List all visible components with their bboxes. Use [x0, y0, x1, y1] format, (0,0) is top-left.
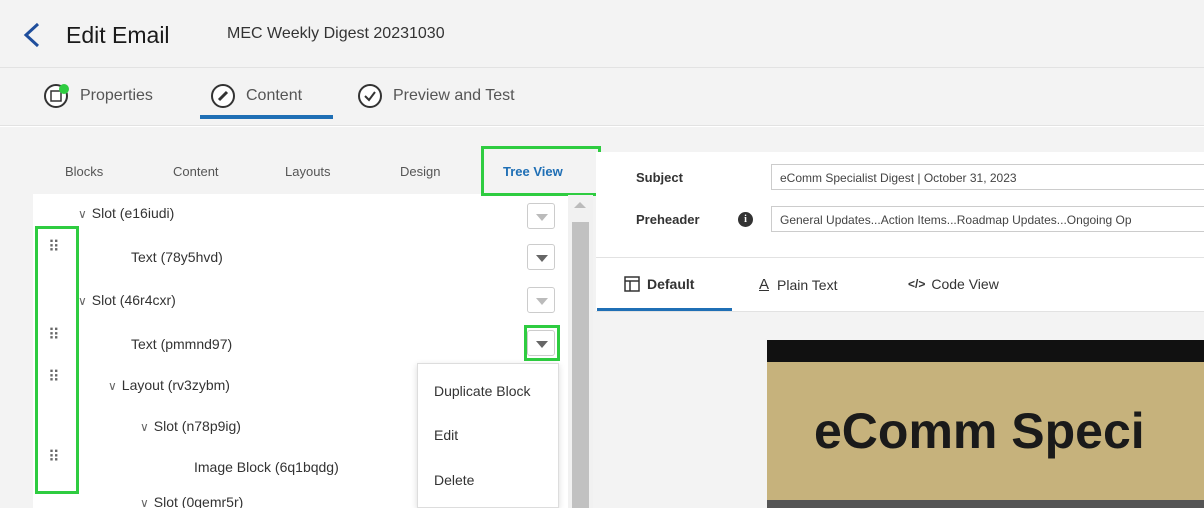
email-divider	[767, 500, 1204, 508]
layout-icon	[624, 276, 640, 292]
menu-edit[interactable]: Edit	[434, 427, 458, 443]
email-name: MEC Weekly Digest 20231030	[227, 25, 445, 42]
menu-delete[interactable]: Delete	[434, 472, 474, 488]
subject-field[interactable]: eComm Specialist Digest | October 31, 20…	[771, 164, 1204, 190]
email-heading: eComm Speci	[814, 403, 1145, 459]
header: Edit Email MEC Weekly Digest 20231030	[0, 0, 1204, 68]
block-menu-button[interactable]	[527, 244, 555, 270]
chevron-down-icon[interactable]: ∨	[140, 496, 149, 508]
tree-item[interactable]: Image Block (6q1bqdg)	[194, 459, 339, 475]
active-step-underline	[200, 115, 333, 119]
step-content[interactable]: Content	[210, 81, 302, 111]
step-label: Content	[246, 87, 303, 104]
drag-handles-highlight	[35, 226, 79, 494]
step-preview-test[interactable]: Preview and Test	[357, 81, 515, 111]
step-label: Preview and Test	[393, 87, 515, 104]
tree-item[interactable]: ∨ Slot (e16iudi)	[78, 205, 174, 221]
block-context-menu: Duplicate Block Edit Delete	[417, 363, 559, 508]
tab-design[interactable]: Design	[400, 164, 440, 179]
chevron-down-icon[interactable]: ∨	[78, 207, 87, 221]
chevron-down-icon[interactable]: ∨	[78, 294, 87, 308]
code-icon: </>	[908, 277, 926, 291]
tab-content[interactable]: Content	[173, 164, 219, 179]
active-view-underline	[597, 308, 732, 311]
tab-plain-text[interactable]: A Plain Text	[759, 276, 837, 293]
tree-item[interactable]: ∨ Layout (rv3zybm)	[108, 377, 230, 393]
check-icon	[358, 84, 382, 108]
back-arrow-icon[interactable]	[18, 20, 48, 50]
properties-icon	[44, 84, 69, 108]
step-label: Properties	[80, 87, 153, 104]
text-format-icon: A	[759, 276, 770, 293]
tree-item[interactable]: Text (pmmnd97)	[131, 336, 232, 352]
preheader-field[interactable]: General Updates...Action Items...Roadmap…	[771, 206, 1204, 232]
chevron-down-icon[interactable]: ∨	[140, 420, 149, 434]
tab-code-view[interactable]: </> Code View	[908, 276, 999, 292]
block-menu-button[interactable]	[527, 203, 555, 229]
menu-duplicate-block[interactable]: Duplicate Block	[434, 383, 531, 399]
scroll-up-icon[interactable]	[574, 202, 586, 208]
tab-layouts[interactable]: Layouts	[285, 164, 331, 179]
tree-item[interactable]: ∨ Slot (n78p9ig)	[140, 418, 241, 434]
tree-item[interactable]: ∨ Slot (0gemr5r)	[140, 494, 243, 508]
info-icon[interactable]: i	[738, 212, 753, 227]
block-menu-highlight	[524, 325, 560, 361]
chevron-down-icon[interactable]: ∨	[108, 379, 117, 393]
tab-default[interactable]: Default	[624, 276, 694, 292]
tree-item[interactable]: Text (78y5hvd)	[131, 249, 223, 265]
pencil-icon	[211, 84, 235, 108]
scroll-thumb[interactable]	[572, 222, 589, 508]
step-nav: Properties Content Preview and Test	[0, 68, 1204, 126]
view-tabs: Default A Plain Text </> Code View	[596, 258, 1204, 312]
tree-view-highlight	[481, 146, 601, 196]
tree-item[interactable]: ∨ Slot (46r4cxr)	[78, 292, 176, 308]
subject-label: Subject	[636, 170, 683, 185]
step-properties[interactable]: Properties	[44, 81, 153, 111]
email-top-bar	[767, 340, 1204, 362]
page-title: Edit Email	[66, 22, 170, 48]
preheader-label: Preheader	[636, 212, 700, 227]
tab-blocks[interactable]: Blocks	[65, 164, 103, 179]
block-menu-button[interactable]	[527, 287, 555, 313]
